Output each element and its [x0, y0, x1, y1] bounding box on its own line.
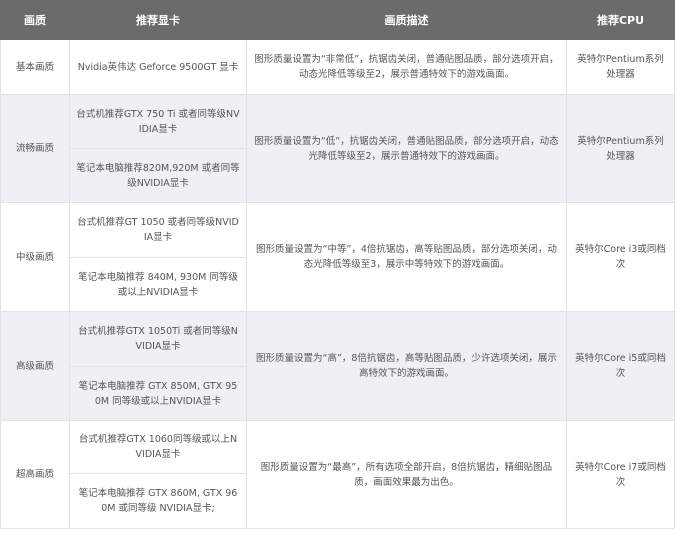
gpu-cell-laptop: 笔记本电脑推荐 GTX 860M, GTX 960M 或同等级 NVIDIA显卡… [69, 473, 247, 529]
gpu-cell-desktop: 台式机推荐GTX 1060同等级或以上NVIDIA显卡 [69, 420, 247, 474]
description-cell: 图形质量设置为“非常低”，抗锯齿关闭，普通贴图品质，部分选项开启，动态光降低等级… [246, 39, 567, 95]
quality-cell: 基本画质 [0, 39, 70, 95]
table-row: 高级画质 台式机推荐GTX 1050Ti 或者同等级NVIDIA显卡 图形质量设… [0, 311, 675, 421]
cpu-cell: 英特尔Core i3或同档次 [566, 202, 675, 312]
gpu-cell: Nvidia英伟达 Geforce 9500GT 显卡 [69, 39, 247, 95]
graphics-spec-table: 画质 推荐显卡 画质描述 推荐CPU 基本画质 Nvidia英伟达 Geforc… [0, 0, 675, 529]
table-row: 流畅画质 台式机推荐GTX 750 Ti 或者同等级NVIDIA显卡 图形质量设… [0, 94, 675, 203]
description-cell: 图形质量设置为“最高”，所有选项全部开启，8倍抗锯齿，精细贴图品质，画面效果最为… [246, 420, 567, 529]
gpu-cell-laptop: 笔记本电脑推荐820M,920M 或者同等级NVIDIA显卡 [69, 148, 247, 203]
quality-cell: 超高画质 [0, 420, 70, 529]
header-cpu: 推荐CPU [566, 0, 675, 40]
table-header: 画质 推荐显卡 画质描述 推荐CPU [0, 0, 675, 40]
description-cell: 图形质量设置为“低”，抗锯齿关闭，普通贴图品质，部分选项开启，动态光降低等级至2… [246, 94, 567, 203]
header-row: 画质 推荐显卡 画质描述 推荐CPU [0, 0, 675, 40]
table-body: 基本画质 Nvidia英伟达 Geforce 9500GT 显卡 图形质量设置为… [0, 39, 675, 529]
gpu-cell-laptop: 笔记本电脑推荐 GTX 850M, GTX 950M 同等级或以上NVIDIA显… [69, 366, 247, 421]
cpu-cell: 英特尔Pentium系列处理器 [566, 39, 675, 95]
table-row: 中级画质 台式机推荐GT 1050 或者同等级NVIDIA显卡 图形质量设置为“… [0, 202, 675, 312]
table-row: 基本画质 Nvidia英伟达 Geforce 9500GT 显卡 图形质量设置为… [0, 39, 675, 95]
description-cell: 图形质量设置为“中等”，4倍抗锯齿，高等贴图品质，部分选项关闭，动态光降低等级至… [246, 202, 567, 312]
quality-cell: 中级画质 [0, 202, 70, 312]
gpu-cell-desktop: 台式机推荐GTX 750 Ti 或者同等级NVIDIA显卡 [69, 94, 247, 149]
quality-cell: 流畅画质 [0, 94, 70, 203]
header-quality: 画质 [0, 0, 70, 40]
quality-cell: 高级画质 [0, 311, 70, 421]
header-gpu: 推荐显卡 [69, 0, 247, 40]
table-row: 超高画质 台式机推荐GTX 1060同等级或以上NVIDIA显卡 图形质量设置为… [0, 420, 675, 529]
cpu-cell: 英特尔Core i5或同档次 [566, 311, 675, 421]
gpu-cell-desktop: 台式机推荐GTX 1050Ti 或者同等级NVIDIA显卡 [69, 311, 247, 367]
gpu-cell-laptop: 笔记本电脑推荐 840M, 930M 同等级或以上NVIDIA显卡 [69, 257, 247, 312]
gpu-cell-desktop: 台式机推荐GT 1050 或者同等级NVIDIA显卡 [69, 202, 247, 258]
header-description: 画质描述 [246, 0, 567, 40]
description-cell: 图形质量设置为“高”，8倍抗锯齿，高等贴图品质，少许选项关闭，展示高特效下的游戏… [246, 311, 567, 421]
cpu-cell: 英特尔Pentium系列处理器 [566, 94, 675, 203]
cpu-cell: 英特尔Core i7或同档次 [566, 420, 675, 529]
